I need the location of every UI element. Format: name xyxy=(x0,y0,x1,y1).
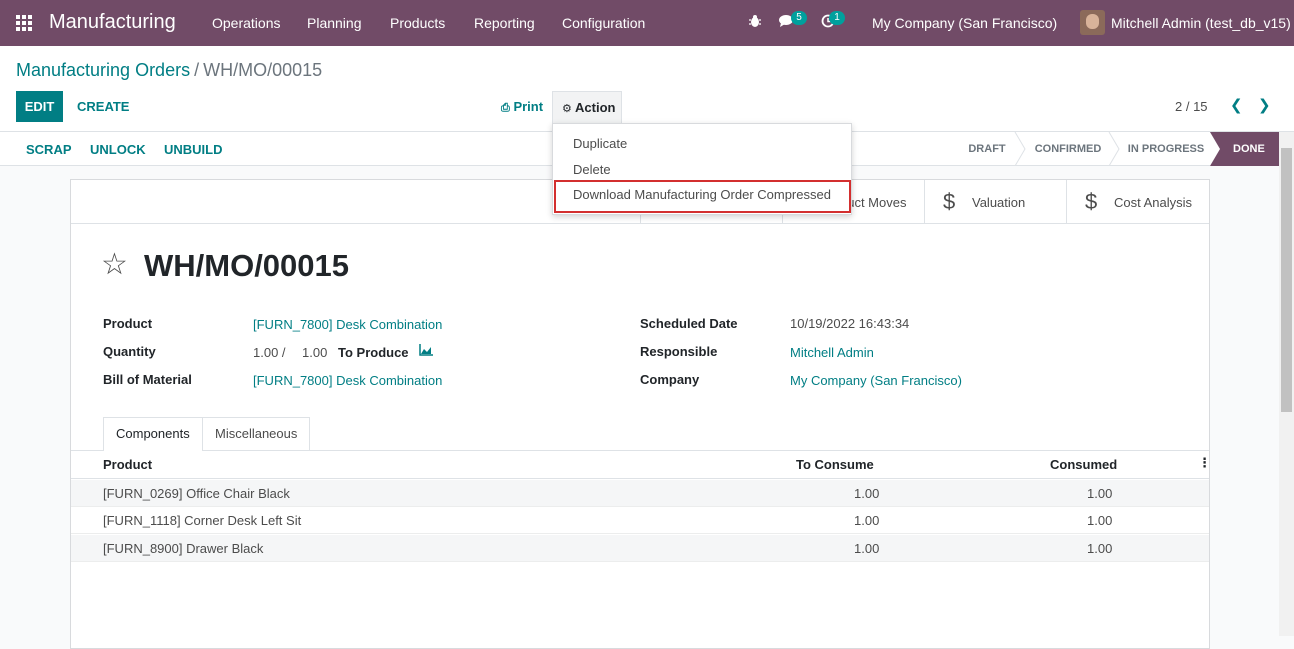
company-switcher[interactable]: My Company (San Francisco) xyxy=(872,15,1057,31)
stage-draft[interactable]: DRAFT xyxy=(958,132,1016,166)
activities-count-badge: 1 xyxy=(829,11,845,25)
table-row[interactable]: [FURN_1118] Corner Desk Left Sit 1.00 1.… xyxy=(71,507,1209,534)
column-options-kebab-icon[interactable]: ⋮ xyxy=(1198,455,1211,471)
row-consumed: 1.00 xyxy=(1087,486,1113,501)
row-to-consume: 1.00 xyxy=(854,513,880,528)
menu-planning[interactable]: Planning xyxy=(307,15,362,31)
menu-products[interactable]: Products xyxy=(390,15,445,31)
dollar-icon: $ xyxy=(943,189,956,214)
quantity-label: Quantity xyxy=(103,344,156,359)
gear-icon: ⚙ xyxy=(562,103,572,115)
scheduled-date-label: Scheduled Date xyxy=(640,316,738,331)
action-label: Action xyxy=(575,100,616,115)
quantity-to-produce: 1.00 xyxy=(302,345,328,360)
pager-next-icon[interactable]: ❯ xyxy=(1258,96,1271,114)
page-scrollbar[interactable] xyxy=(1279,132,1294,636)
menu-item-duplicate[interactable]: Duplicate xyxy=(573,136,627,151)
stage-in-progress[interactable]: IN PROGRESS xyxy=(1122,132,1210,166)
user-avatar[interactable] xyxy=(1080,10,1105,35)
action-button[interactable]: ⚙ Action xyxy=(552,91,622,124)
product-label: Product xyxy=(103,316,153,331)
control-panel: Manufacturing Orders / WH/MO/00015 EDIT CR… xyxy=(0,46,1294,132)
scrap-button[interactable]: SCRAP xyxy=(26,142,72,157)
record-title: WH/MO/00015 xyxy=(144,248,350,283)
apps-menu-icon[interactable] xyxy=(16,15,34,31)
tab-miscellaneous[interactable]: Miscellaneous xyxy=(202,417,311,451)
scrollbar-thumb[interactable] xyxy=(1281,148,1292,412)
to-produce-label: To Produce xyxy=(338,345,409,360)
stage-separator-arrow xyxy=(1014,132,1026,166)
product-link[interactable]: [FURN_7800] Desk Combination xyxy=(253,317,442,332)
pager-value[interactable]: 2 / 15 xyxy=(1175,99,1208,114)
debug-bug-icon[interactable] xyxy=(748,14,762,31)
favorite-star-icon[interactable]: ☆ xyxy=(101,250,128,280)
unlock-button[interactable]: UNLOCK xyxy=(90,142,146,157)
messages-count-badge: 5 xyxy=(791,11,807,25)
table-row[interactable]: [FURN_0269] Office Chair Black 1.00 1.00 xyxy=(71,480,1209,507)
valuation-button[interactable]: $ Valuation xyxy=(924,180,1067,224)
bom-link[interactable]: [FURN_7800] Desk Combination xyxy=(253,373,442,388)
menu-item-delete[interactable]: Delete xyxy=(573,162,611,177)
menu-operations[interactable]: Operations xyxy=(212,15,280,31)
responsible-link[interactable]: Mitchell Admin xyxy=(790,345,874,360)
top-navbar: Manufacturing Operations Planning Produc… xyxy=(0,0,1294,46)
notebook-tabs: Components Miscellaneous xyxy=(71,417,1209,452)
column-to-consume[interactable]: To Consume xyxy=(796,457,874,472)
row-product: [FURN_0269] Office Chair Black xyxy=(103,486,290,501)
unbuild-button[interactable]: UNBUILD xyxy=(164,142,223,157)
row-product: [FURN_8900] Drawer Black xyxy=(103,541,264,556)
company-link[interactable]: My Company (San Francisco) xyxy=(790,373,962,388)
stage-done[interactable]: DONE xyxy=(1210,132,1279,166)
row-to-consume: 1.00 xyxy=(854,486,880,501)
row-product: [FURN_1118] Corner Desk Left Sit xyxy=(103,513,302,528)
dollar-icon: $ xyxy=(1085,189,1098,214)
valuation-label: Valuation xyxy=(972,195,1026,210)
action-dropdown-menu: Duplicate Delete Download Manufacturing … xyxy=(552,123,852,215)
create-button[interactable]: CREATE xyxy=(77,91,129,122)
column-consumed[interactable]: Consumed xyxy=(1050,457,1117,472)
print-button[interactable]: ⎙ Print xyxy=(501,99,543,115)
breadcrumb: Manufacturing Orders / WH/MO/00015 xyxy=(16,60,322,81)
table-row[interactable]: [FURN_8900] Drawer Black 1.00 1.00 xyxy=(71,535,1209,562)
row-consumed: 1.00 xyxy=(1087,541,1113,556)
menu-item-download-compressed[interactable]: Download Manufacturing Order Compressed xyxy=(573,187,831,202)
breadcrumb-parent-link[interactable]: Manufacturing Orders xyxy=(16,60,190,80)
edit-button[interactable]: EDIT xyxy=(16,91,63,122)
user-menu[interactable]: Mitchell Admin (test_db_v15) xyxy=(1111,15,1291,31)
app-brand[interactable]: Manufacturing xyxy=(49,11,176,34)
menu-reporting[interactable]: Reporting xyxy=(474,15,535,31)
scheduled-date-value: 10/19/2022 16:43:34 xyxy=(790,316,910,331)
area-chart-icon[interactable] xyxy=(419,344,433,356)
cost-analysis-label: Cost Analysis xyxy=(1114,195,1193,210)
row-to-consume: 1.00 xyxy=(854,541,880,556)
printer-icon: ⎙ xyxy=(501,102,510,114)
row-consumed: 1.00 xyxy=(1087,513,1113,528)
bom-label: Bill of Material xyxy=(103,372,192,387)
column-product[interactable]: Product xyxy=(103,457,152,472)
cost-analysis-button[interactable]: $ Cost Analysis xyxy=(1066,180,1209,224)
responsible-label: Responsible xyxy=(640,344,718,359)
breadcrumb-current: WH/MO/00015 xyxy=(203,60,323,80)
quantity-produced: 1.00 / xyxy=(253,345,286,360)
print-label: Print xyxy=(513,99,544,114)
company-label: Company xyxy=(640,372,700,387)
tab-components[interactable]: Components xyxy=(103,417,203,452)
stage-confirmed[interactable]: CONFIRMED xyxy=(1026,132,1110,166)
breadcrumb-separator: / xyxy=(194,60,200,80)
pager-previous-icon[interactable]: ❮ xyxy=(1230,96,1243,114)
menu-configuration[interactable]: Configuration xyxy=(562,15,645,31)
stage-separator-arrow xyxy=(1108,132,1120,166)
components-table-header: Product To Consume Consumed ⋮ xyxy=(71,451,1211,479)
